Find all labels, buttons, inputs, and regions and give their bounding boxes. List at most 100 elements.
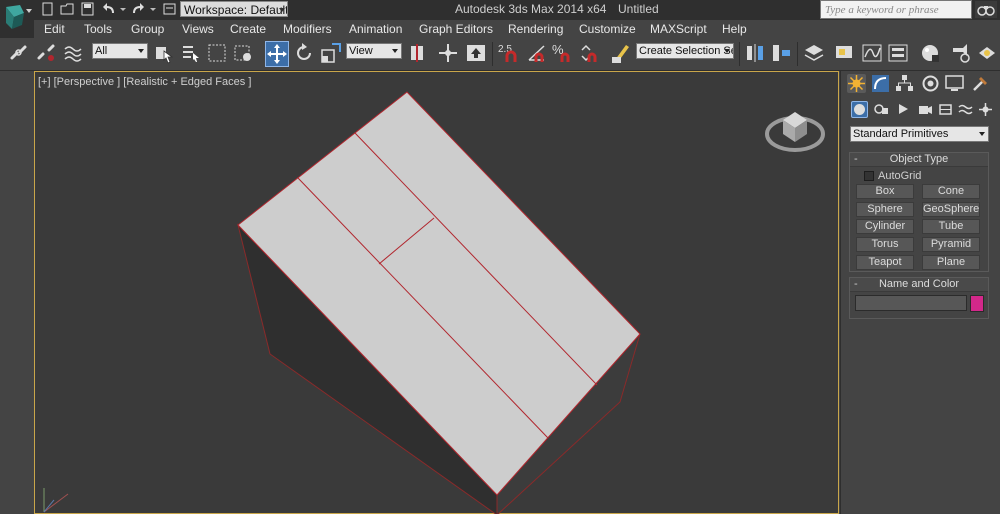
workspace-dropdown[interactable]: Workspace: Default	[180, 1, 288, 17]
spinner-snap-toggle-icon[interactable]	[578, 42, 600, 64]
menu-tools[interactable]: Tools	[84, 22, 112, 36]
tab-motion[interactable]	[921, 74, 940, 93]
render-production-icon[interactable]	[976, 42, 998, 64]
helpers-category-icon[interactable]	[937, 101, 954, 118]
use-pivot-point-center-icon[interactable]	[407, 42, 429, 64]
geometry-category-button[interactable]	[851, 101, 868, 118]
undo-icon[interactable]	[102, 2, 117, 16]
object-name-field[interactable]	[855, 295, 967, 311]
perspective-viewport[interactable]: [+] [Perspective ] [Realistic + Edged Fa…	[34, 71, 839, 514]
search-input[interactable]	[820, 0, 972, 19]
select-and-scale-icon[interactable]	[320, 42, 342, 64]
snaps-toggle-icon[interactable]: 2.5	[498, 42, 520, 64]
named-selection-sets-dropdown[interactable]: Create Selection Se	[636, 43, 734, 59]
shapes-category-icon[interactable]	[873, 101, 890, 118]
menu-graph-editors[interactable]: Graph Editors	[419, 22, 493, 36]
graphite-modeling-tools-icon[interactable]	[834, 42, 856, 64]
curve-editor-icon[interactable]	[861, 42, 883, 64]
plane-button[interactable]: Plane	[922, 255, 980, 270]
reference-coordinate-value: View	[349, 45, 373, 57]
undo-dropdown-icon[interactable]	[120, 8, 126, 11]
project-folder-icon[interactable]	[162, 2, 177, 16]
select-and-link-icon[interactable]	[8, 42, 30, 64]
menu-create[interactable]: Create	[230, 22, 266, 36]
name-and-color-rollout-header[interactable]: - Name and Color	[850, 278, 988, 292]
tube-button[interactable]: Tube	[922, 219, 980, 234]
menu-views[interactable]: Views	[182, 22, 214, 36]
select-and-move-button[interactable]	[265, 41, 289, 67]
viewcube-navigation[interactable]	[763, 94, 827, 158]
systems-category-icon[interactable]	[977, 101, 994, 118]
menu-help[interactable]: Help	[722, 22, 747, 36]
tab-display[interactable]	[945, 74, 964, 93]
menu-maxscript[interactable]: MAXScript	[650, 22, 707, 36]
lights-category-icon[interactable]	[895, 101, 912, 118]
space-warps-category-icon[interactable]	[957, 101, 974, 118]
scene-object-box[interactable]	[35, 72, 840, 514]
redo-icon[interactable]	[130, 2, 145, 16]
chevron-down-icon	[279, 8, 285, 12]
keyboard-shortcut-override-icon[interactable]	[465, 42, 487, 64]
autogrid-checkbox[interactable]: AutoGrid	[864, 170, 921, 182]
rectangular-selection-region-icon[interactable]	[206, 42, 228, 64]
torus-button[interactable]: Torus	[856, 237, 914, 252]
tab-hierarchy[interactable]	[895, 74, 914, 93]
edit-named-selection-sets-icon[interactable]	[610, 42, 632, 64]
search-button[interactable]	[975, 1, 997, 18]
checkbox-box[interactable]	[864, 171, 874, 181]
display-monitor-icon	[945, 75, 964, 91]
teapot-button[interactable]: Teapot	[856, 255, 914, 270]
bind-to-space-warp-icon[interactable]	[62, 42, 84, 64]
menu-customize[interactable]: Customize	[579, 22, 636, 36]
object-type-rollout: - Object Type AutoGrid Box Cone Sphere G…	[849, 152, 989, 272]
application-button[interactable]	[0, 0, 34, 38]
open-folder-icon[interactable]	[60, 2, 75, 16]
toolbar-separator	[739, 42, 740, 66]
chevron-down-icon	[979, 132, 985, 136]
chevron-down-icon	[138, 49, 144, 53]
reference-coordinate-dropdown[interactable]: View	[346, 43, 402, 59]
mirror-icon[interactable]	[744, 42, 766, 64]
move-icon	[267, 44, 287, 64]
chevron-down-icon	[26, 9, 32, 13]
box-button[interactable]: Box	[856, 184, 914, 199]
save-icon[interactable]	[80, 2, 95, 16]
menu-animation[interactable]: Animation	[349, 22, 402, 36]
cylinder-button[interactable]: Cylinder	[856, 219, 914, 234]
geosphere-button[interactable]: GeoSphere	[922, 202, 980, 217]
angle-snap-toggle-icon[interactable]	[526, 42, 548, 64]
tab-create[interactable]	[847, 74, 866, 93]
schematic-view-icon[interactable]	[887, 42, 909, 64]
window-crossing-icon[interactable]	[233, 42, 255, 64]
sphere-button[interactable]: Sphere	[856, 202, 914, 217]
pyramid-button[interactable]: Pyramid	[922, 237, 980, 252]
tab-utilities[interactable]	[971, 74, 990, 93]
primitive-type-dropdown[interactable]: Standard Primitives	[850, 126, 989, 142]
toolbar-separator	[492, 42, 493, 66]
manage-layers-icon[interactable]	[803, 42, 825, 64]
select-and-manipulate-icon[interactable]	[437, 42, 459, 64]
redo-dropdown-icon[interactable]	[150, 8, 156, 11]
menu-modifiers[interactable]: Modifiers	[283, 22, 332, 36]
unlink-selection-icon[interactable]	[35, 42, 57, 64]
menu-edit[interactable]: Edit	[44, 22, 65, 36]
collapse-minus-icon: -	[854, 278, 858, 290]
menu-group[interactable]: Group	[131, 22, 164, 36]
menu-rendering[interactable]: Rendering	[508, 22, 563, 36]
chevron-down-icon	[392, 49, 398, 53]
object-type-rollout-header[interactable]: - Object Type	[850, 153, 988, 167]
select-by-name-icon[interactable]	[180, 42, 202, 64]
render-setup-icon[interactable]	[950, 42, 972, 64]
percent-snap-toggle-icon[interactable]: %	[552, 42, 574, 64]
cone-button[interactable]: Cone	[922, 184, 980, 199]
object-color-swatch[interactable]	[970, 295, 984, 312]
align-icon[interactable]	[770, 42, 792, 64]
selection-filter-dropdown[interactable]: All	[92, 43, 148, 59]
tab-modify[interactable]	[871, 74, 890, 93]
motion-icon	[922, 75, 939, 92]
new-file-icon[interactable]	[40, 2, 55, 16]
select-and-rotate-icon[interactable]	[293, 42, 315, 64]
cameras-category-icon[interactable]	[917, 101, 934, 118]
select-object-icon[interactable]	[153, 42, 175, 64]
material-editor-icon[interactable]	[919, 42, 941, 64]
